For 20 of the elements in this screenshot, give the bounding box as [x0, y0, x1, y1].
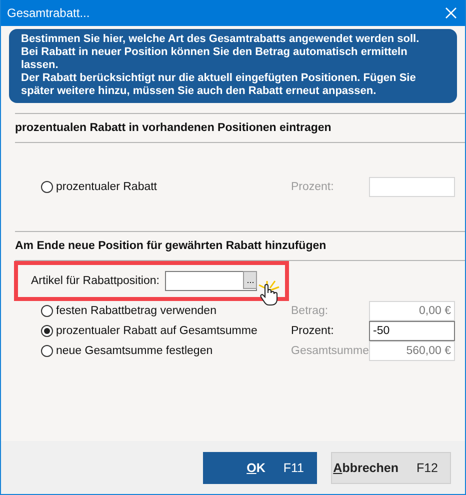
info-text: Bei Rabatt in neuer Position können Sie den Betrag automatisch ermitteln lassen.: [21, 46, 408, 72]
input-field[interactable]: [369, 177, 455, 197]
field-label: Gesamtsumme: [291, 345, 369, 357]
dialog-button[interactable]: OK F11: [203, 452, 317, 484]
input-field[interactable]: ...: [165, 271, 258, 291]
close-icon[interactable]: [445, 7, 457, 19]
browse-button[interactable]: ...: [243, 271, 258, 289]
window-title: Gesamtrabatt...: [7, 6, 90, 20]
field-label: Prozent:: [291, 181, 335, 193]
dialog-button[interactable]: Abbrechen F12: [331, 452, 451, 484]
radio-option[interactable]: prozentualer Rabatt auf Gesamtsumme: [41, 325, 291, 337]
field-label: Artikel für Rabattposition:: [31, 275, 160, 287]
section-heading: prozentualen Rabatt in vorhandenen Positionen eintragen: [15, 113, 465, 143]
input-field[interactable]: -50: [369, 321, 455, 341]
field-label: Prozent:: [291, 325, 335, 337]
info-text: Bestimmen Sie hier, welche Art des Gesamtrabatts angewendet werden soll.: [21, 33, 420, 46]
field-label: Betrag:: [291, 305, 330, 317]
section-heading: Am Ende neue Position für gewährten Rabatt hinzufügen: [15, 231, 465, 261]
hand-cursor-icon: [257, 279, 282, 307]
info-text: Der Rabatt berücksichtigt nur die aktuell eingefügten Positionen. Fügen Sie später weitere hinzu, müssen Sie auch den Rabatt erneut anpassen.: [21, 72, 417, 98]
